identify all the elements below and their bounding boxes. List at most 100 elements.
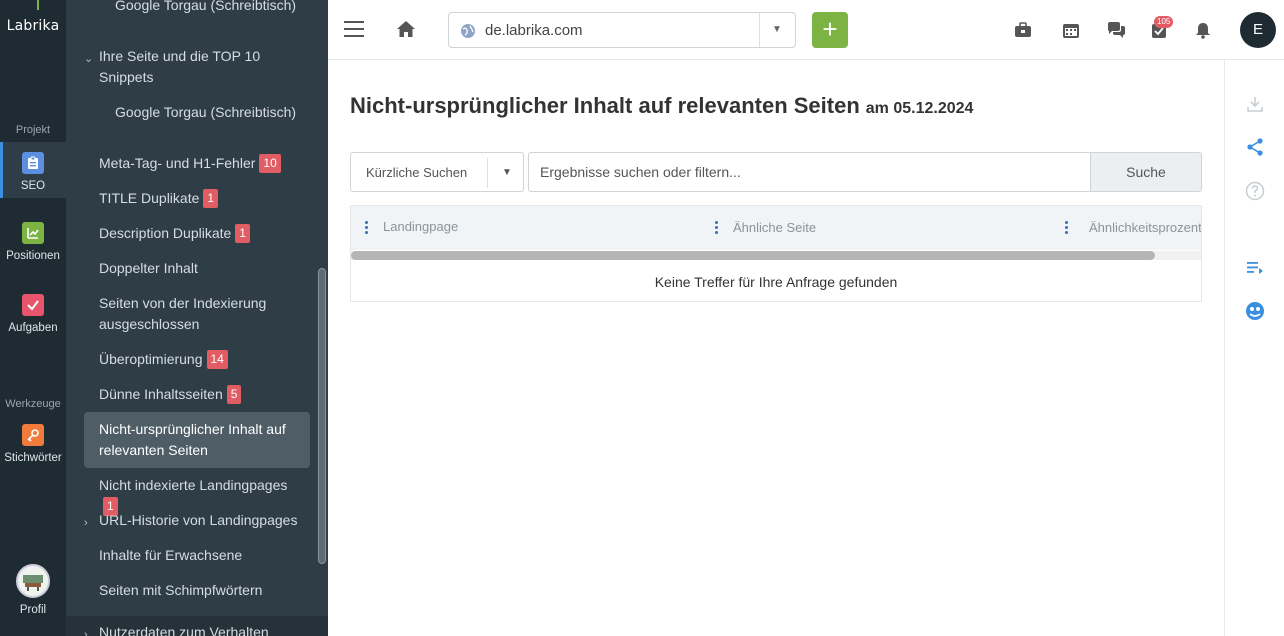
bell-icon[interactable] <box>1194 21 1212 39</box>
count-badge: 1 <box>203 189 219 208</box>
column-header-aehnlichkeitsprozentsatz[interactable]: Ähnlichkeitsprozentsatz <box>1089 220 1201 235</box>
menu-item-label: Nicht-ursprünglicher Inhalt auf relevant… <box>99 421 286 458</box>
check-icon <box>22 294 44 316</box>
menu-item-nutzerdaten[interactable]: › Nutzerdaten zum Verhalten <box>84 622 299 636</box>
divider <box>759 13 760 47</box>
recent-searches-select[interactable]: Kürzliche Suchen ▼ <box>350 152 524 192</box>
app-logo[interactable]: Labrika <box>0 18 66 34</box>
chart-icon <box>22 222 44 244</box>
chevron-down-icon: ⌄ <box>84 53 94 65</box>
hamburger-menu-icon[interactable] <box>344 21 364 39</box>
seo-submenu: Google Torgau (Schreibtisch) ⌄ Ihre Seit… <box>66 0 328 636</box>
empty-state-message: Keine Treffer für Ihre Anfrage gefunden <box>654 274 898 290</box>
menu-item-label: Doppelter Inhalt <box>99 260 198 276</box>
rail-item-label: SEO <box>20 180 46 192</box>
rail-item-profil[interactable]: Profil <box>0 564 66 616</box>
report-date: am 05.12.2024 <box>865 100 974 117</box>
column-menu-icon[interactable] <box>1061 221 1071 235</box>
menu-item-schimpfwoerter[interactable]: Seiten mit Schimpfwörtern <box>99 580 299 601</box>
clipboard-icon <box>22 152 44 174</box>
menu-item-label: Nutzerdaten zum Verhalten <box>99 624 269 636</box>
menu-item-label: Seiten von der Indexierung ausgeschlosse… <box>99 295 267 332</box>
menu-item-inhalte-erwachsene[interactable]: Inhalte für Erwachsene <box>99 545 299 566</box>
right-tool-rail <box>1224 60 1284 636</box>
menu-item-duenne-inhaltsseiten[interactable]: Dünne Inhaltsseiten 5 <box>99 384 299 405</box>
menu-item-nicht-urspruenglicher-inhalt[interactable]: Nicht-ursprünglicher Inhalt auf relevant… <box>99 419 299 461</box>
download-icon[interactable] <box>1245 94 1265 114</box>
menu-item-label: URL-Historie von Landingpages <box>99 512 298 528</box>
submenu-scrollbar[interactable] <box>318 268 326 564</box>
menu-item-doppelter-inhalt[interactable]: Doppelter Inhalt <box>99 258 299 279</box>
rail-item-stichwoerter[interactable]: Stichwörter <box>0 424 66 464</box>
menu-item-google-torgau-2[interactable]: Google Torgau (Schreibtisch) <box>115 102 315 123</box>
home-icon[interactable] <box>396 20 416 43</box>
menu-item-label: Seiten mit Schimpfwörtern <box>99 582 263 598</box>
menu-item-label: Google Torgau (Schreibtisch) <box>115 0 297 13</box>
chevron-right-icon: › <box>84 517 88 529</box>
tasks-count-badge: 105 <box>1154 16 1174 28</box>
count-badge: 10 <box>259 154 281 173</box>
avatar <box>16 564 50 598</box>
menu-item-label: Nicht indexierte Landingpages <box>99 477 288 493</box>
menu-item-label: Google Torgau (Schreibtisch) <box>115 104 297 120</box>
menu-item-title-duplikate[interactable]: TITLE Duplikate 1 <box>99 188 299 209</box>
horizontal-scrollbar[interactable] <box>351 251 1155 260</box>
rail-item-seo[interactable]: SEO <box>0 142 66 198</box>
column-header-landingpage[interactable]: Landingpage <box>383 219 458 234</box>
results-table: Landingpage Ähnliche Seite Ähnlichkeitsp… <box>350 205 1202 302</box>
support-icon[interactable] <box>1245 301 1265 321</box>
calendar-icon[interactable] <box>1062 21 1080 39</box>
search-button[interactable]: Suche <box>1090 152 1202 192</box>
caret-down-icon: ▼ <box>502 167 512 178</box>
rail-item-label: Profil <box>19 604 47 616</box>
rail-item-label: Aufgaben <box>8 322 58 334</box>
menu-item-label: Inhalte für Erwachsene <box>99 547 243 563</box>
menu-item-label: Ihre Seite und die TOP 10 Snippets <box>99 48 261 85</box>
column-menu-icon[interactable] <box>361 221 371 235</box>
menu-item-label: TITLE Duplikate <box>99 190 200 206</box>
rail-item-label: Stichwörter <box>4 452 62 464</box>
user-menu-avatar[interactable]: E <box>1240 12 1276 48</box>
menu-item-label: Dünne Inhaltsseiten <box>99 386 223 402</box>
logo-accent <box>37 0 39 10</box>
rail-item-positionen[interactable]: Positionen <box>0 222 66 262</box>
caret-down-icon: ▼ <box>772 24 782 35</box>
globe-icon <box>460 23 476 44</box>
recent-searches-label: Kürzliche Suchen <box>366 165 468 180</box>
left-rail: Labrika Projekt SEO Positionen Aufgaben … <box>0 0 66 636</box>
menu-item-label: Meta-Tag- und H1-Fehler <box>99 155 256 171</box>
column-menu-icon[interactable] <box>711 221 721 235</box>
menu-item-label: Description Duplikate <box>99 225 232 241</box>
playlist-icon[interactable] <box>1245 258 1265 278</box>
menu-item-indexierung-ausgeschlossen[interactable]: Seiten von der Indexierung ausgeschlosse… <box>99 293 299 335</box>
menu-item-description-duplikate[interactable]: Description Duplikate 1 <box>99 223 299 244</box>
rail-section-project: Projekt <box>15 124 51 136</box>
share-icon[interactable] <box>1245 137 1265 157</box>
top-bar: de.labrika.com ▼ + 105 E <box>328 0 1284 60</box>
rail-section-tools: Werkzeuge <box>5 398 61 410</box>
table-header: Landingpage Ähnliche Seite Ähnlichkeitsp… <box>351 206 1201 250</box>
page-title: Nicht-ursprünglicher Inhalt auf relevant… <box>350 93 973 119</box>
project-domain-select[interactable]: de.labrika.com ▼ <box>448 12 796 48</box>
chat-icon[interactable] <box>1106 21 1125 39</box>
menu-item-google-torgau-1[interactable]: Google Torgau (Schreibtisch) <box>115 0 315 16</box>
menu-item-ueberoptimierung[interactable]: Überoptimierung 14 <box>99 349 299 370</box>
chevron-right-icon: › <box>84 629 88 636</box>
menu-item-url-historie[interactable]: › URL-Historie von Landingpages <box>84 510 299 531</box>
help-icon[interactable] <box>1245 181 1265 201</box>
count-badge: 1 <box>235 224 250 243</box>
count-badge: 14 <box>206 350 228 369</box>
divider <box>487 158 488 188</box>
rail-item-aufgaben[interactable]: Aufgaben <box>0 294 66 334</box>
menu-item-top10-snippets[interactable]: ⌄ Ihre Seite und die TOP 10 Snippets <box>84 46 299 88</box>
column-header-aehnliche-seite[interactable]: Ähnliche Seite <box>733 220 816 235</box>
rail-item-label: Positionen <box>6 250 60 262</box>
search-input[interactable] <box>528 152 1091 192</box>
domain-value: de.labrika.com <box>485 22 583 39</box>
count-badge: 5 <box>226 385 242 404</box>
key-icon <box>22 424 44 446</box>
menu-item-meta-tag[interactable]: Meta-Tag- und H1-Fehler 10 <box>99 153 299 174</box>
briefcase-icon[interactable] <box>1014 21 1032 39</box>
menu-item-label: Überoptimierung <box>99 351 203 367</box>
add-project-button[interactable]: + <box>812 12 848 48</box>
